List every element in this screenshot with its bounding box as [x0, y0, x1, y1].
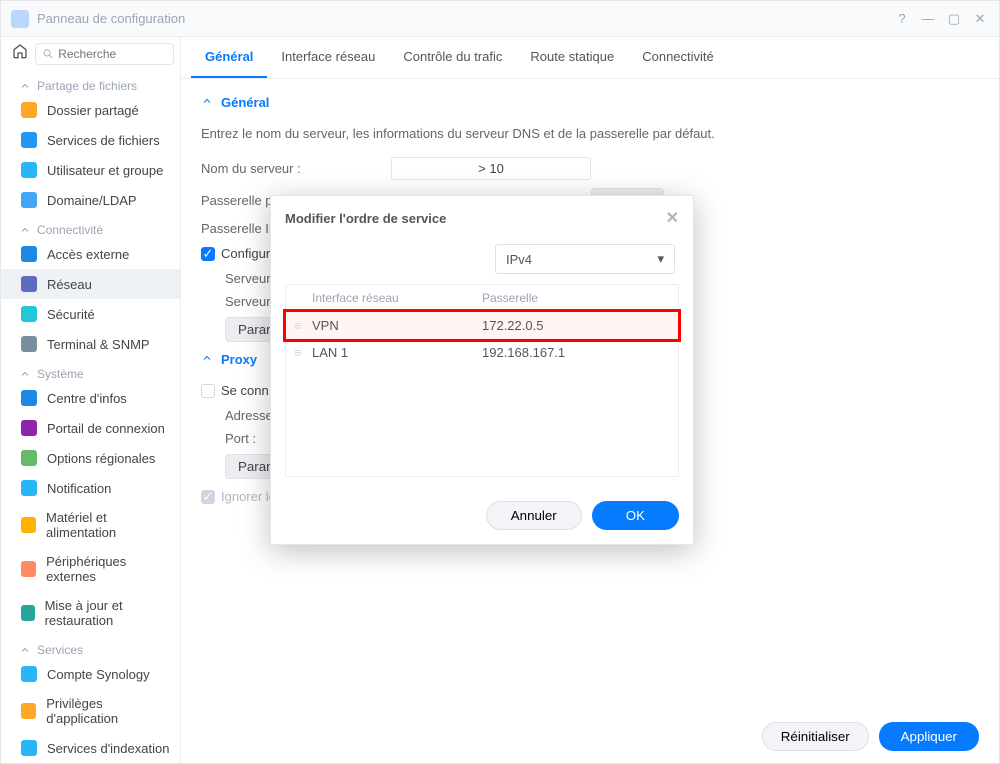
table-row[interactable]: ≡LAN 1192.168.167.1: [286, 339, 678, 366]
drag-handle-icon[interactable]: ≡: [294, 318, 312, 333]
protocol-select[interactable]: IPv4 ▾: [495, 244, 675, 274]
control-panel-window: Panneau de configuration ? — ▢ ✕ Partage…: [0, 0, 1000, 764]
modal-overlay: Modifier l'ordre de service ✕ IPv4 ▾ Int…: [0, 0, 1000, 764]
cancel-button[interactable]: Annuler: [486, 501, 582, 530]
dialog-close-icon[interactable]: ✕: [666, 208, 679, 228]
table-row[interactable]: ≡VPN172.22.0.5: [286, 312, 678, 339]
interface-table: Interface réseau Passerelle ≡VPN172.22.0…: [285, 284, 679, 477]
col-gateway: Passerelle: [482, 291, 670, 305]
drag-handle-icon[interactable]: ≡: [294, 345, 312, 360]
service-order-dialog: Modifier l'ordre de service ✕ IPv4 ▾ Int…: [270, 195, 694, 545]
ok-button[interactable]: OK: [592, 501, 679, 530]
col-interface: Interface réseau: [312, 291, 482, 305]
dialog-title: Modifier l'ordre de service: [285, 211, 446, 226]
chevron-down-icon: ▾: [657, 251, 664, 267]
